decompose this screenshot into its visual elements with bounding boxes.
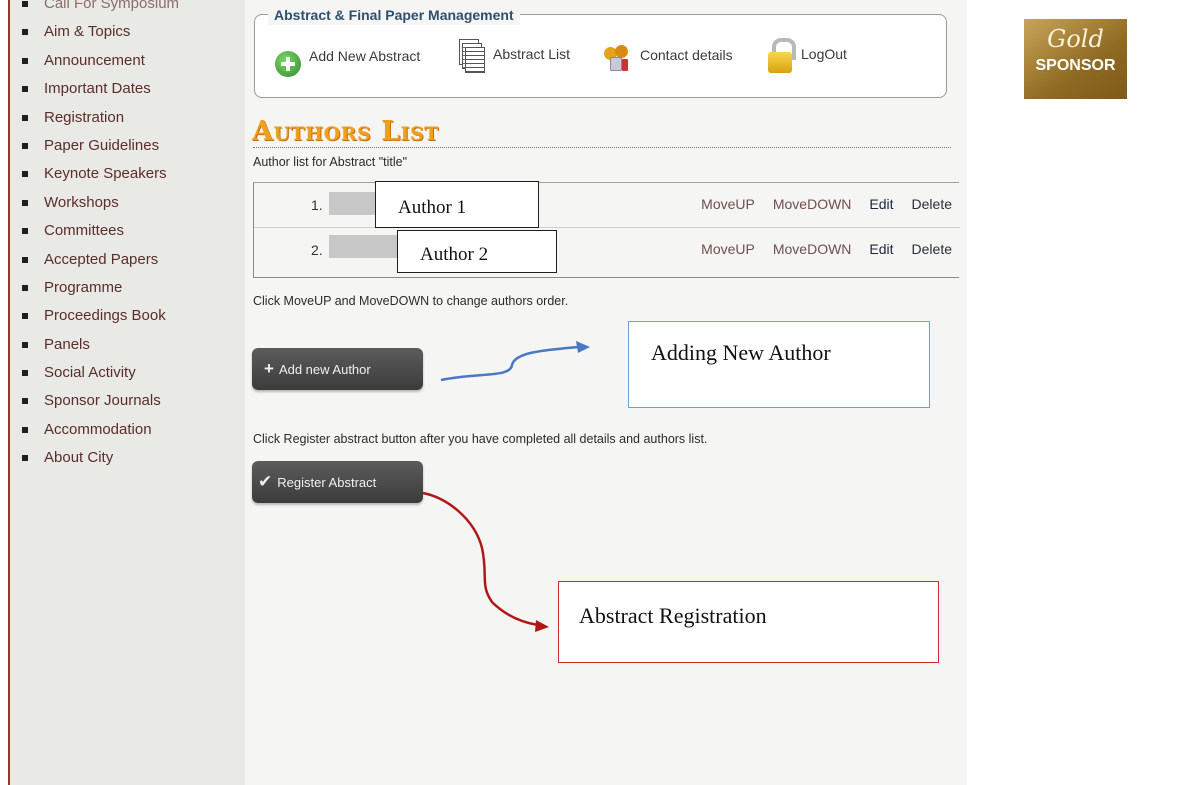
document-list-icon [459, 39, 485, 73]
sidebar-item-accommodation[interactable]: Accommodation [18, 416, 179, 444]
sidebar-nav: Call For Symposium Aim & Topics Announce… [18, 0, 179, 473]
move-up-link[interactable]: MoveUP [701, 196, 755, 212]
abstract-registration-annotation: Abstract Registration [558, 581, 939, 663]
edit-link[interactable]: Edit [869, 196, 893, 212]
keys-icon [602, 43, 632, 73]
padlock-icon [767, 38, 796, 74]
abstract-list-link[interactable]: Abstract List [459, 36, 570, 76]
delete-link[interactable]: Delete [912, 196, 952, 212]
table-row: 2. MoveUP MoveDOWN Edit Delete [254, 227, 960, 271]
author-number: 1. [311, 197, 323, 213]
sidebar-item-panels[interactable]: Panels [18, 331, 179, 359]
table-row: 1. MoveUP MoveDOWN Edit Delete [254, 183, 960, 227]
sponsor-tier: Gold [1047, 25, 1104, 53]
sidebar-item-accepted-papers[interactable]: Accepted Papers [18, 246, 179, 274]
order-hint-text: Click MoveUP and MoveDOWN to change auth… [253, 294, 569, 308]
register-abstract-label: Register Abstract [277, 474, 377, 490]
sidebar-item-keynote-speakers[interactable]: Keynote Speakers [18, 160, 179, 188]
row-actions: MoveUP MoveDOWN Edit Delete [683, 196, 952, 212]
sidebar: Call For Symposium Aim & Topics Announce… [8, 0, 245, 785]
sidebar-item-announcement[interactable]: Announcement [18, 47, 179, 75]
abstract-list-label: Abstract List [493, 46, 571, 62]
delete-link[interactable]: Delete [912, 241, 952, 257]
add-new-author-label: Add new Author [278, 361, 371, 377]
title-divider [253, 147, 951, 148]
sponsor-label: SPONSOR [1035, 57, 1116, 74]
sidebar-item-important-dates[interactable]: Important Dates [18, 75, 179, 103]
sidebar-item-call-for-symposium[interactable]: Call For Symposium [18, 0, 179, 18]
author-2-label: Author 2 [397, 230, 557, 273]
sidebar-item-proceedings-book[interactable]: Proceedings Book [18, 302, 179, 330]
plus-circle-icon [275, 51, 301, 77]
sidebar-item-programme[interactable]: Programme [18, 274, 179, 302]
sidebar-item-sponsor-journals[interactable]: Sponsor Journals [18, 387, 179, 415]
add-new-abstract-link[interactable]: Add New Abstract [275, 40, 420, 80]
sidebar-item-committees[interactable]: Committees [18, 217, 179, 245]
register-hint-text: Click Register abstract button after you… [253, 432, 708, 446]
authors-table: 1. MoveUP MoveDOWN Edit Delete 2. MoveUP Mov… [253, 182, 960, 278]
page: Call For Symposium Aim & Topics Announce… [0, 0, 1190, 785]
contact-details-label: Contact details [640, 47, 733, 63]
register-abstract-button[interactable]: ✔ Register Abstract [252, 461, 423, 503]
checkmark-icon: ✔ [258, 472, 273, 491]
contact-details-link[interactable]: Contact details [602, 38, 733, 78]
sidebar-item-aim-topics[interactable]: Aim & Topics [18, 18, 179, 46]
move-up-link[interactable]: MoveUP [701, 241, 755, 257]
sidebar-item-social-activity[interactable]: Social Activity [18, 359, 179, 387]
author-1-label: Author 1 [375, 181, 539, 228]
logout-link[interactable]: LogOut [767, 36, 847, 76]
gold-sponsor-badge[interactable]: Gold SPONSOR [1024, 19, 1127, 99]
adding-new-author-annotation: Adding New Author [628, 321, 930, 408]
sidebar-item-registration[interactable]: Registration [18, 104, 179, 132]
authors-list-title: Authors List [252, 116, 439, 147]
row-actions: MoveUP MoveDOWN Edit Delete [683, 241, 952, 257]
authors-list-subtitle: Author list for Abstract "title" [253, 155, 408, 169]
add-new-author-button[interactable]: + Add new Author [252, 348, 423, 390]
sidebar-item-paper-guidelines[interactable]: Paper Guidelines [18, 132, 179, 160]
sidebar-item-workshops[interactable]: Workshops [18, 189, 179, 217]
sidebar-item-about-city[interactable]: About City [18, 444, 179, 472]
edit-link[interactable]: Edit [869, 241, 893, 257]
move-down-link[interactable]: MoveDOWN [773, 196, 852, 212]
author-number: 2. [311, 242, 323, 258]
plus-icon: + [264, 359, 274, 378]
right-column [967, 0, 1190, 785]
abstract-management-legend: Abstract & Final Paper Management [268, 5, 520, 25]
move-down-link[interactable]: MoveDOWN [773, 241, 852, 257]
add-new-abstract-label: Add New Abstract [309, 48, 421, 64]
logout-label: LogOut [801, 46, 847, 62]
